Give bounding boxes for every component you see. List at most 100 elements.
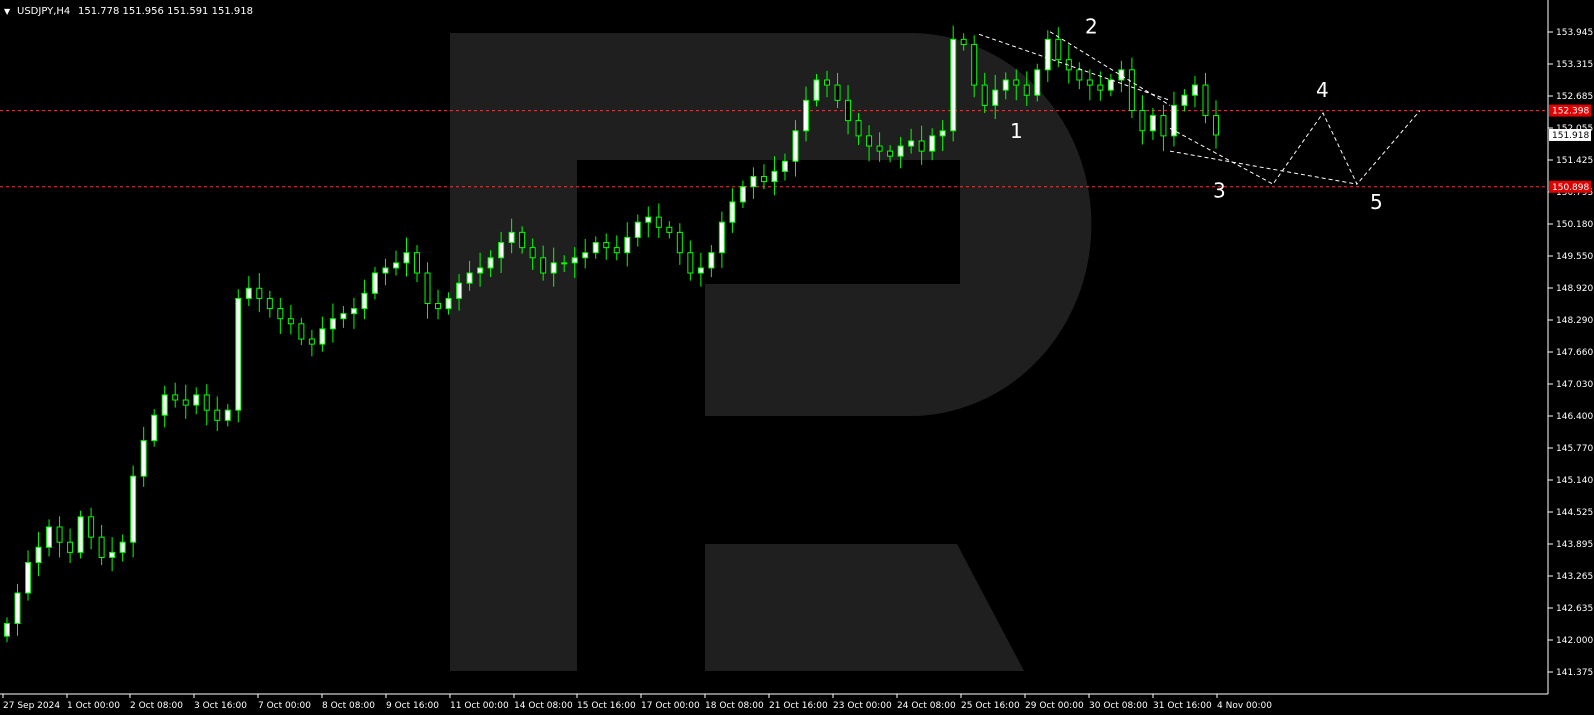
candle [329,303,336,343]
candle [350,297,357,329]
time-tick-label: 30 Oct 08:00 [1089,701,1148,711]
candle [1055,27,1062,68]
price-tick-label: 150.180 [1556,220,1593,230]
price-tick-label: 153.315 [1556,60,1593,70]
price-tick-label: 145.140 [1556,476,1593,486]
time-tick-label: 27 Sep 2024 [3,701,60,711]
candle [1086,69,1093,101]
candle [697,252,704,287]
candle [1076,62,1083,90]
candle [1065,44,1072,84]
candle [435,289,442,320]
time-tick-label: 23 Oct 00:00 [833,701,892,711]
wave-label: 1 [1010,119,1023,143]
time-tick-label: 8 Oct 08:00 [322,701,375,711]
watermark-logo [450,33,1092,671]
candle [613,235,620,261]
ohlc-readout: 151.778 151.956 151.591 151.918 [78,6,253,17]
wave-label: 3 [1213,179,1226,203]
price-tick-label: 144.525 [1556,508,1593,518]
price-tick-label: 153.945 [1556,28,1593,38]
price-tick-label: 148.920 [1556,284,1593,294]
candle [287,305,294,335]
candle [172,382,179,408]
level-price-badge: 152.398 [1549,104,1591,117]
candle [655,203,662,238]
candle [319,316,326,352]
collapse-triangle-icon[interactable]: ▼ [4,7,11,16]
candle [718,211,725,268]
price-tick-label: 151.425 [1556,156,1593,166]
price-tick-label: 143.265 [1556,572,1593,582]
time-tick-label: 31 Oct 16:00 [1153,701,1212,711]
candle [392,250,399,276]
price-tick-label: 146.400 [1556,412,1593,422]
time-tick-label: 4 Nov 00:00 [1217,701,1272,711]
candle [1191,75,1198,108]
time-tick-label: 1 Oct 00:00 [67,701,120,711]
time-tick-label: 24 Oct 08:00 [897,701,956,711]
candle [193,387,200,415]
candle [340,306,347,328]
candle [256,273,263,313]
candle [235,289,242,423]
candle [161,385,168,428]
wave-label: 2 [1085,15,1098,39]
candle [56,516,63,558]
candle [771,156,778,196]
price-tick-label: 152.685 [1556,92,1593,102]
candle [4,617,10,643]
price-tick-label: 143.895 [1556,540,1593,550]
candle [182,384,189,419]
price-tick-label: 142.635 [1556,604,1593,614]
wave-label: 4 [1316,78,1329,102]
time-tick-label: 18 Oct 08:00 [705,701,764,711]
candle [1044,30,1051,83]
candle [361,279,368,320]
time-tick-label: 29 Oct 00:00 [1025,701,1084,711]
candle [266,290,273,318]
candle [1107,73,1114,97]
candle [109,537,116,572]
price-axis: 153.945153.315152.685152.055151.425150.7… [1548,28,1593,678]
price-tick-label: 147.660 [1556,348,1593,358]
candle [67,528,74,564]
price-chart[interactable]: 153.945153.315152.685152.055151.425150.7… [0,0,1594,715]
candle [371,266,378,300]
candle [666,221,673,239]
candle [119,534,126,562]
svg-text:150.898: 150.898 [1552,183,1589,193]
candle [729,188,736,233]
candle [708,245,715,278]
time-tick-label: 21 Oct 16:00 [769,701,828,711]
candle [424,262,431,319]
candle [1160,104,1167,152]
candle [1170,91,1177,147]
candle [676,223,683,265]
candle [582,238,589,269]
price-tick-label: 149.550 [1556,252,1593,262]
time-axis: 27 Sep 2024 1 Oct 00:00 2 Oct 08:00 3 Oct 1… [2,694,1272,711]
price-tick-label: 141.375 [1556,668,1593,678]
time-tick-label: 9 Oct 16:00 [386,701,439,711]
candle [739,180,746,208]
candle [214,396,221,431]
candle [140,426,147,487]
time-tick-label: 2 Oct 08:00 [130,701,183,711]
time-tick-label: 3 Oct 16:00 [194,701,247,711]
time-tick-label: 25 Oct 16:00 [961,701,1020,711]
candle [750,167,757,199]
candle [950,25,957,142]
candle [1139,95,1146,145]
candle [1034,63,1041,102]
candle [603,233,610,260]
candle [645,206,652,238]
candle [130,465,137,558]
candle [151,409,158,447]
wave-label: 5 [1370,190,1383,214]
candle [382,258,389,286]
candle [592,236,599,259]
candle [1213,100,1219,149]
price-tick-label: 145.770 [1556,444,1593,454]
candle [77,510,84,559]
